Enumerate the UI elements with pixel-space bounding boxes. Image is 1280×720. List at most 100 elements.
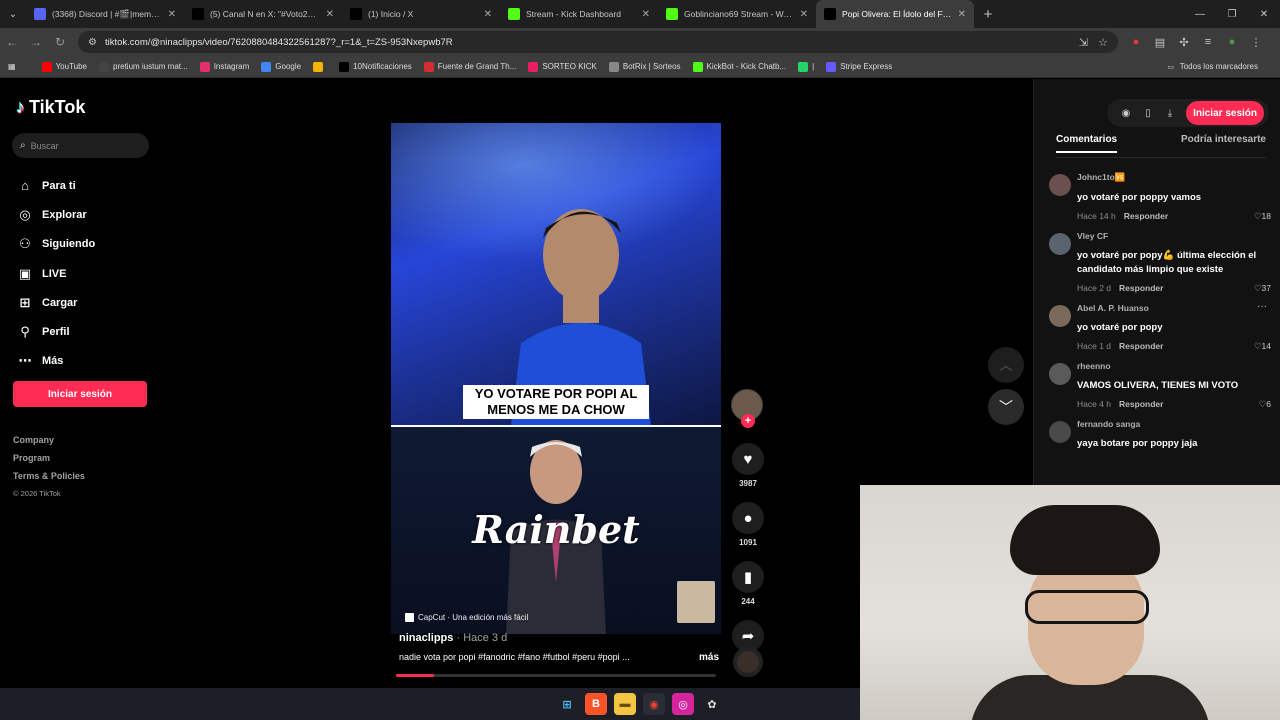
video-progress-bar[interactable] (396, 674, 716, 677)
comment-like-count[interactable]: ♡37 (1254, 283, 1271, 294)
browser-tab[interactable]: (3368) Discord | #🎬|memes | ✕ (26, 0, 184, 28)
footer-link-program[interactable]: Program (13, 453, 85, 471)
extension-icon[interactable]: ▤ (1148, 36, 1172, 49)
next-video-icon[interactable]: ﹀ (988, 389, 1024, 425)
close-tab-icon[interactable]: ✕ (958, 9, 966, 20)
sidebar-item-m-s[interactable]: ⋯ Más (16, 347, 95, 376)
sidebar-item-para-ti[interactable]: ⌂ Para ti (16, 171, 95, 200)
tab-you-may-like[interactable]: Podría interesarte (1181, 134, 1266, 153)
tiktok-logo[interactable]: ♪ TikTok (16, 97, 85, 118)
sidebar-item-perfil[interactable]: ⚲ Perfil (16, 317, 95, 346)
close-tab-icon[interactable]: ✕ (326, 9, 334, 20)
bookmark-item[interactable]: Instagram (199, 61, 249, 72)
login-button[interactable]: Iniciar sesión (13, 381, 147, 407)
creator-avatar[interactable]: + (731, 389, 763, 428)
app-icon[interactable]: ✿ (701, 693, 723, 715)
panel-login-button[interactable]: Iniciar sesión (1186, 101, 1264, 125)
browser-tab[interactable]: Stream - Kick Dashboard ✕ (500, 0, 658, 28)
file-explorer-icon[interactable]: ▬ (614, 693, 636, 715)
tab-comments[interactable]: Comentarios (1056, 134, 1118, 153)
close-tab-icon[interactable]: ✕ (168, 9, 176, 20)
brave-icon[interactable]: B (585, 693, 607, 715)
site-info-icon[interactable]: ⚙ (88, 37, 97, 48)
save-action[interactable]: ▮ 244 (731, 561, 765, 606)
reply-button[interactable]: Responder (1119, 399, 1163, 409)
more-link[interactable]: más (699, 652, 719, 663)
chrome-icon[interactable]: ◉ (643, 693, 665, 715)
browser-tab[interactable]: (1) Inicio / X ✕ (342, 0, 500, 28)
bookmark-item[interactable]: pretium iustum mat... (99, 61, 188, 72)
address-bar[interactable]: ⚙ tiktok.com/@ninaclipps/video/762088048… (78, 31, 1118, 53)
sidebar-item-live[interactable]: ▣ LIVE (16, 259, 95, 288)
back-icon[interactable]: ← (0, 35, 24, 49)
sidebar-item-siguiendo[interactable]: ⚇ Siguiendo (16, 230, 95, 259)
like-action[interactable]: ♥ 3987 (731, 443, 765, 488)
sidebar-item-explorar[interactable]: ◎ Explorar (16, 200, 95, 229)
reply-button[interactable]: Responder (1119, 283, 1163, 293)
close-tab-icon[interactable]: ✕ (800, 9, 808, 20)
bookmark-star-icon[interactable]: ☆ (1098, 36, 1108, 49)
bookmark-item[interactable]: Fuente de Grand Th... (423, 61, 516, 72)
comment-username[interactable]: fernando sanga (1077, 419, 1271, 429)
extension-icon[interactable]: ● (1124, 36, 1148, 49)
bookmark-item[interactable]: 10Notificaciones (339, 61, 412, 72)
extensions-puzzle-icon[interactable]: ✣ (1172, 36, 1196, 49)
restore-icon[interactable]: ❐ (1216, 0, 1248, 28)
avatar[interactable] (1049, 233, 1071, 255)
close-window-icon[interactable]: ✕ (1248, 0, 1280, 28)
chrome-menu-icon[interactable]: ⋮ (1244, 36, 1268, 49)
avatar[interactable] (1049, 305, 1071, 327)
follow-plus-icon[interactable]: + (741, 414, 755, 428)
footer-link-terms[interactable]: Terms & Policies (13, 471, 85, 489)
music-disc-icon[interactable] (733, 647, 763, 677)
windows-start-icon[interactable]: ⊞ (556, 693, 578, 715)
device-icon[interactable]: ▯ (1137, 108, 1159, 119)
bookmark-item[interactable]: | (798, 61, 814, 72)
browser-tab[interactable]: (5) Canal N en X: "#Voto2026 E ✕ (184, 0, 342, 28)
browser-tab[interactable]: Popi Olivera: El Ídolo del Fútbol ✕ (816, 0, 974, 28)
apps-icon[interactable]: ▦ (8, 62, 16, 71)
bookmark-item[interactable]: KickBot - Kick Chatb... (692, 61, 786, 72)
comment-username[interactable]: Johnc1to🆚 (1077, 172, 1271, 183)
reload-icon[interactable]: ↻ (48, 35, 72, 49)
browser-tab[interactable]: Goblinciano69 Stream - Watch ✕ (658, 0, 816, 28)
comment-username[interactable]: rheenno (1077, 361, 1271, 371)
forward-icon[interactable]: → (24, 35, 48, 49)
comment-icon[interactable]: ● (732, 502, 764, 534)
profile-avatar-icon[interactable]: ● (1220, 36, 1244, 49)
download-icon[interactable]: ⤓ (1159, 108, 1181, 119)
instagram-icon[interactable]: ◎ (672, 693, 694, 715)
compass-icon[interactable]: ◉ (1115, 108, 1137, 119)
media-icon[interactable]: ≡ (1196, 36, 1220, 49)
avatar[interactable] (1049, 174, 1071, 196)
avatar[interactable] (1049, 421, 1071, 443)
bookmark-item[interactable]: Google (261, 61, 301, 72)
reply-button[interactable]: Responder (1119, 341, 1163, 351)
comment-action[interactable]: ● 1091 (731, 502, 765, 547)
video-player[interactable]: YO VOTARE POR POPI AL MENOS ME DA CHOW R… (391, 123, 721, 634)
bookmark-item[interactable]: SORTEO KICK (528, 61, 597, 72)
bookmark-icon[interactable]: ▮ (732, 561, 764, 593)
close-tab-icon[interactable]: ✕ (484, 9, 492, 20)
comment-like-count[interactable]: ♡18 (1254, 211, 1271, 222)
previous-video-icon[interactable]: ︿ (988, 347, 1024, 383)
comment-more-icon[interactable]: ··· (1257, 301, 1267, 312)
heart-icon[interactable]: ♥ (732, 443, 764, 475)
footer-link-company[interactable]: Company (13, 435, 85, 453)
comment-like-count[interactable]: ♡14 (1254, 341, 1271, 352)
all-bookmarks-folder[interactable]: ▭ Todos los marcadores (1166, 62, 1258, 72)
comment-like-count[interactable]: ♡6 (1259, 399, 1271, 410)
install-icon[interactable]: ⇲ (1079, 36, 1088, 49)
close-tab-icon[interactable]: ✕ (642, 9, 650, 20)
new-tab-button[interactable]: + (974, 6, 1002, 23)
sidebar-item-cargar[interactable]: ⊞ Cargar (16, 288, 95, 317)
avatar[interactable] (1049, 363, 1071, 385)
bookmark-item[interactable]: BotRix | Sorteos (608, 61, 681, 72)
bookmark-item[interactable] (313, 61, 327, 72)
search-input[interactable]: ⌕ Buscar (12, 133, 149, 158)
tab-search-icon[interactable]: ⌄ (0, 0, 26, 28)
bookmark-item[interactable]: Stripe Express (826, 61, 892, 72)
minimize-icon[interactable]: — (1184, 0, 1216, 28)
video-author[interactable]: ninaclipps · Hace 3 d (399, 632, 719, 644)
reply-button[interactable]: Responder (1124, 211, 1168, 221)
